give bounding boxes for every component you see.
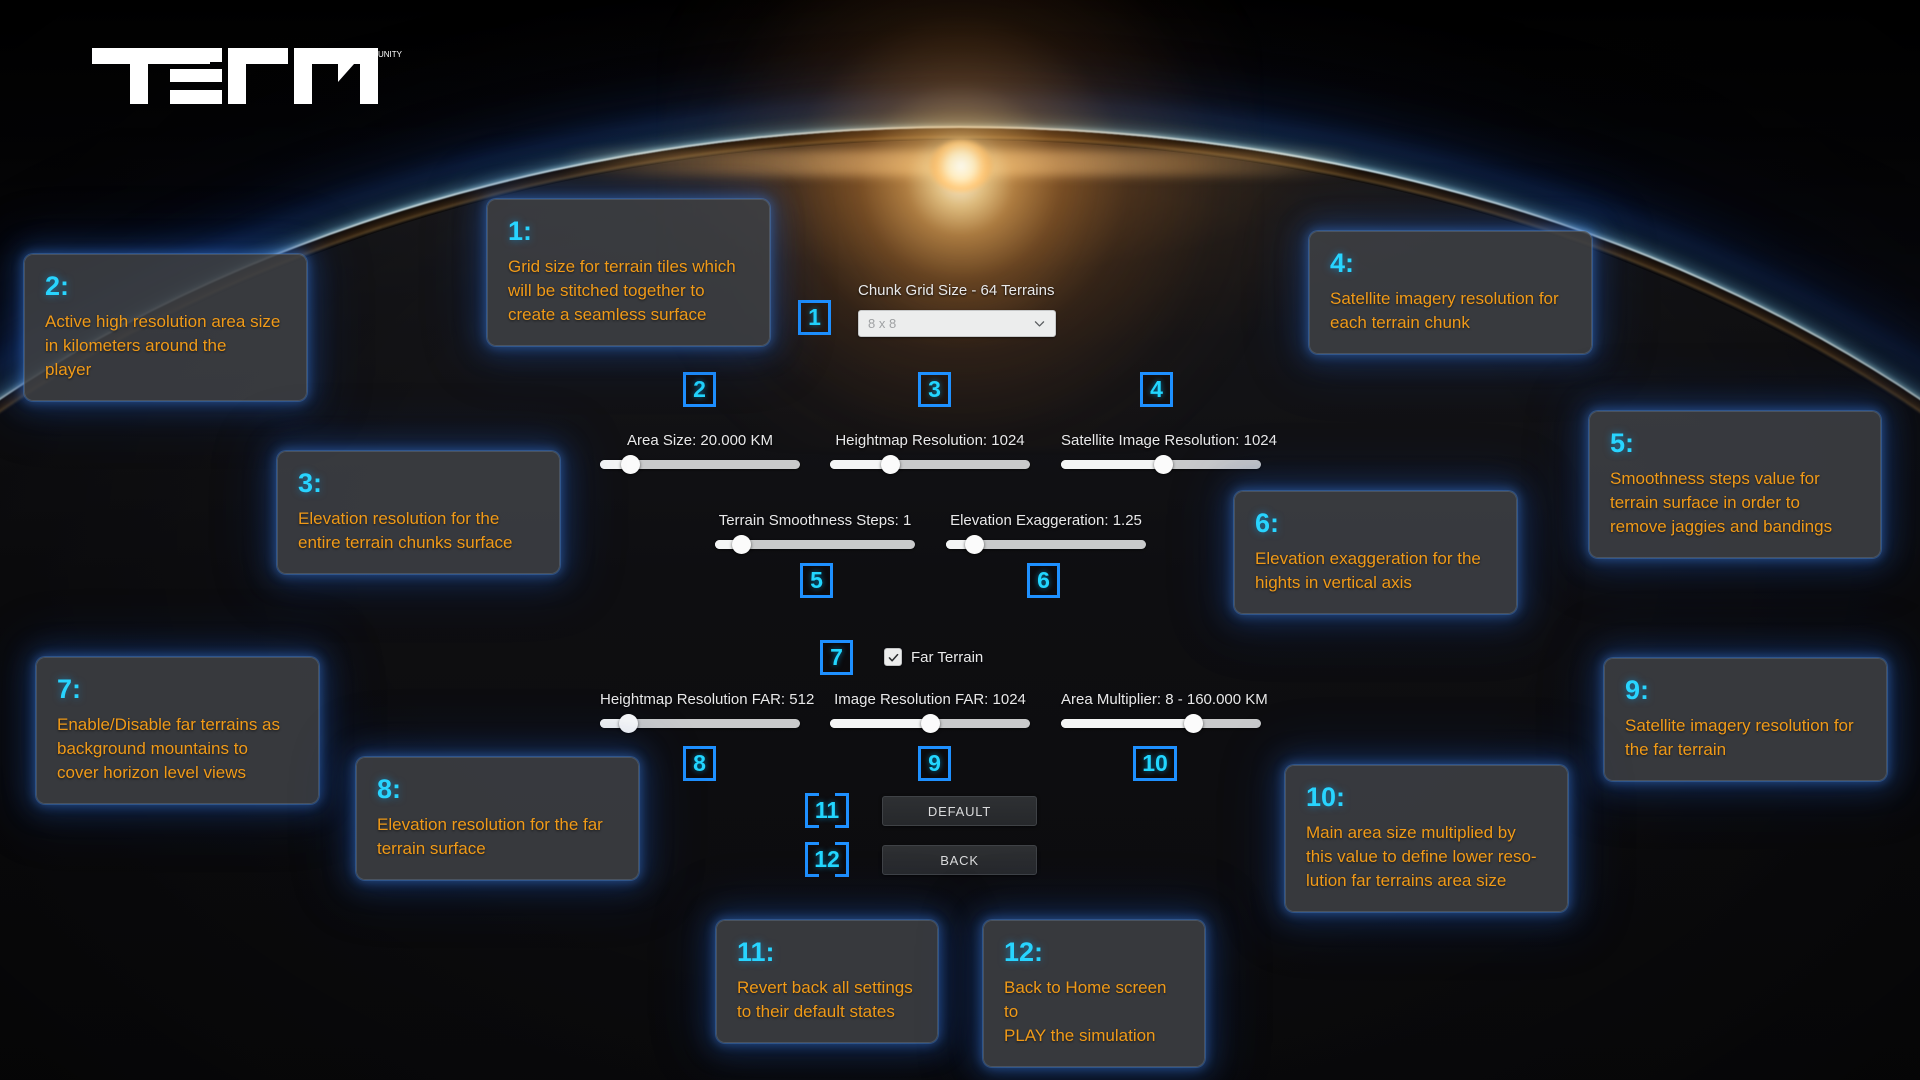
slider-satellite-resolution: Satellite Image Resolution: 1024 [1061,432,1277,474]
slider-elevation-exaggeration-track[interactable] [946,535,1146,554]
slider-satellite-resolution-label: Satellite Image Resolution: 1024 [1061,432,1277,449]
slider-image-far: Image Resolution FAR: 1024 [830,691,1030,733]
marker-9: 9 [918,746,951,781]
note-2: 2: Active high resolution area size in k… [24,254,307,401]
note-9-text: Satellite imagery resolution for the far… [1625,716,1854,759]
slider-image-far-knob[interactable] [920,714,940,733]
slider-area-multiplier-fill [1061,719,1193,728]
note-8: 8: Elevation resolution for the far terr… [356,757,639,880]
marker-5: 5 [800,563,833,598]
note-4-number: 4: [1330,248,1355,278]
note-9-number: 9: [1625,675,1650,705]
back-button[interactable]: BACK [882,845,1037,875]
slider-area-multiplier-label: Area Multiplier: 8 - 160.000 KM [1061,691,1268,708]
logo-unity-text: UNITY [378,50,402,59]
slider-smoothness-steps-track[interactable] [715,535,915,554]
note-3: 3: Elevation resolution for the entire t… [277,451,560,574]
note-10-text: Main area size multiplied by this value … [1306,823,1537,890]
note-12-text: Back to Home screen to PLAY the simulati… [1004,978,1167,1045]
note-8-text: Elevation resolution for the far terrain… [377,815,603,858]
slider-area-size-knob[interactable] [620,455,640,474]
slider-image-far-fill [830,719,930,728]
slider-elevation-exaggeration-knob[interactable] [964,535,984,554]
slider-satellite-resolution-knob[interactable] [1153,455,1173,474]
marker-4: 4 [1140,372,1173,407]
note-7-text: Enable/Disable far terrains as backgroun… [57,715,281,782]
slider-heightmap-far-track[interactable] [600,714,800,733]
note-1: 1: Grid size for terrain tiles which wil… [487,199,770,346]
default-button[interactable]: DEFAULT [882,796,1037,826]
slider-area-multiplier: Area Multiplier: 8 - 160.000 KM [1061,691,1268,733]
note-11-number: 11: [737,937,775,967]
slider-heightmap-resolution-knob[interactable] [880,455,900,474]
note-3-text: Elevation resolution for the entire terr… [298,509,513,552]
note-11-text: Revert back all settings to their defaul… [737,978,913,1021]
app-logo: UNITY [92,40,402,110]
slider-heightmap-resolution: Heightmap Resolution: 1024 [830,432,1030,474]
marker-10: 10 [1133,746,1177,781]
slider-heightmap-resolution-label: Heightmap Resolution: 1024 [835,432,1025,449]
note-2-text: Active high resolution area size in kilo… [45,312,281,379]
slider-area-size-label: Area Size: 20.000 KM [627,432,773,449]
slider-area-size-track[interactable] [600,455,800,474]
chunk-grid-group: Chunk Grid Size - 64 Terrains 8 x 8 [858,282,1058,337]
note-3-number: 3: [298,468,323,498]
note-2-number: 2: [45,271,70,301]
marker-6: 6 [1027,563,1060,598]
far-terrain-checkbox[interactable] [884,648,902,666]
note-4: 4: Satellite imagery resolution for each… [1309,231,1592,354]
chevron-down-icon [1034,321,1045,327]
note-10: 10: Main area size multiplied by this va… [1285,765,1568,912]
slider-image-far-label: Image Resolution FAR: 1024 [834,691,1026,708]
note-6-text: Elevation exaggeration for the hights in… [1255,549,1481,592]
slider-elevation-exaggeration: Elevation Exaggeration: 1.25 [946,512,1146,554]
slider-satellite-resolution-fill [1061,460,1163,469]
terra-logo-icon [92,48,378,104]
far-terrain-row[interactable]: Far Terrain [884,648,983,666]
chunk-grid-label: Chunk Grid Size - 64 Terrains [858,282,1055,299]
slider-area-multiplier-knob[interactable] [1183,714,1203,733]
slider-heightmap-far: Heightmap Resolution FAR: 512 [600,691,815,733]
note-1-text: Grid size for terrain tiles which will b… [508,257,736,324]
slider-heightmap-far-knob[interactable] [618,714,638,733]
note-4-text: Satellite imagery resolution for each te… [1330,289,1559,332]
marker-11: 11 [805,793,849,828]
sun-core [930,140,992,192]
note-9: 9: Satellite imagery resolution for the … [1604,658,1887,781]
app-root: UNITY Chunk Grid Size - 64 Terrains 8 x … [0,0,1920,1080]
note-5-text: Smoothness steps value for terrain surfa… [1610,469,1833,536]
note-1-number: 1: [508,216,533,246]
slider-smoothness-steps: Terrain Smoothness Steps: 1 [715,512,915,554]
note-6-number: 6: [1255,508,1280,538]
check-icon [888,653,898,662]
note-5: 5: Smoothness steps value for terrain su… [1589,411,1881,558]
marker-8: 8 [683,746,716,781]
marker-7: 7 [820,640,853,675]
note-5-number: 5: [1610,428,1635,458]
note-7-number: 7: [57,674,82,704]
note-8-number: 8: [377,774,402,804]
slider-smoothness-steps-label: Terrain Smoothness Steps: 1 [718,512,912,529]
marker-2: 2 [683,372,716,407]
note-10-number: 10: [1306,782,1346,812]
marker-12: 12 [805,842,849,877]
chunk-grid-select[interactable]: 8 x 8 [858,310,1056,337]
slider-area-multiplier-track[interactable] [1061,714,1261,733]
slider-area-size: Area Size: 20.000 KM [600,432,800,474]
marker-3: 3 [918,372,951,407]
slider-image-far-track[interactable] [830,714,1030,733]
slider-heightmap-far-label: Heightmap Resolution FAR: 512 [600,691,815,708]
note-12: 12: Back to Home screen to PLAY the simu… [983,920,1205,1067]
marker-1: 1 [798,300,831,335]
slider-smoothness-steps-knob[interactable] [731,535,751,554]
slider-satellite-resolution-track[interactable] [1061,455,1261,474]
far-terrain-label: Far Terrain [911,648,984,666]
note-11: 11: Revert back all settings to their de… [716,920,938,1043]
note-7: 7: Enable/Disable far terrains as backgr… [36,657,319,804]
note-12-number: 12: [1004,937,1044,967]
slider-heightmap-resolution-track[interactable] [830,455,1030,474]
slider-elevation-exaggeration-label: Elevation Exaggeration: 1.25 [950,512,1142,529]
note-6: 6: Elevation exaggeration for the hights… [1234,491,1517,614]
chunk-grid-value: 8 x 8 [868,316,897,331]
